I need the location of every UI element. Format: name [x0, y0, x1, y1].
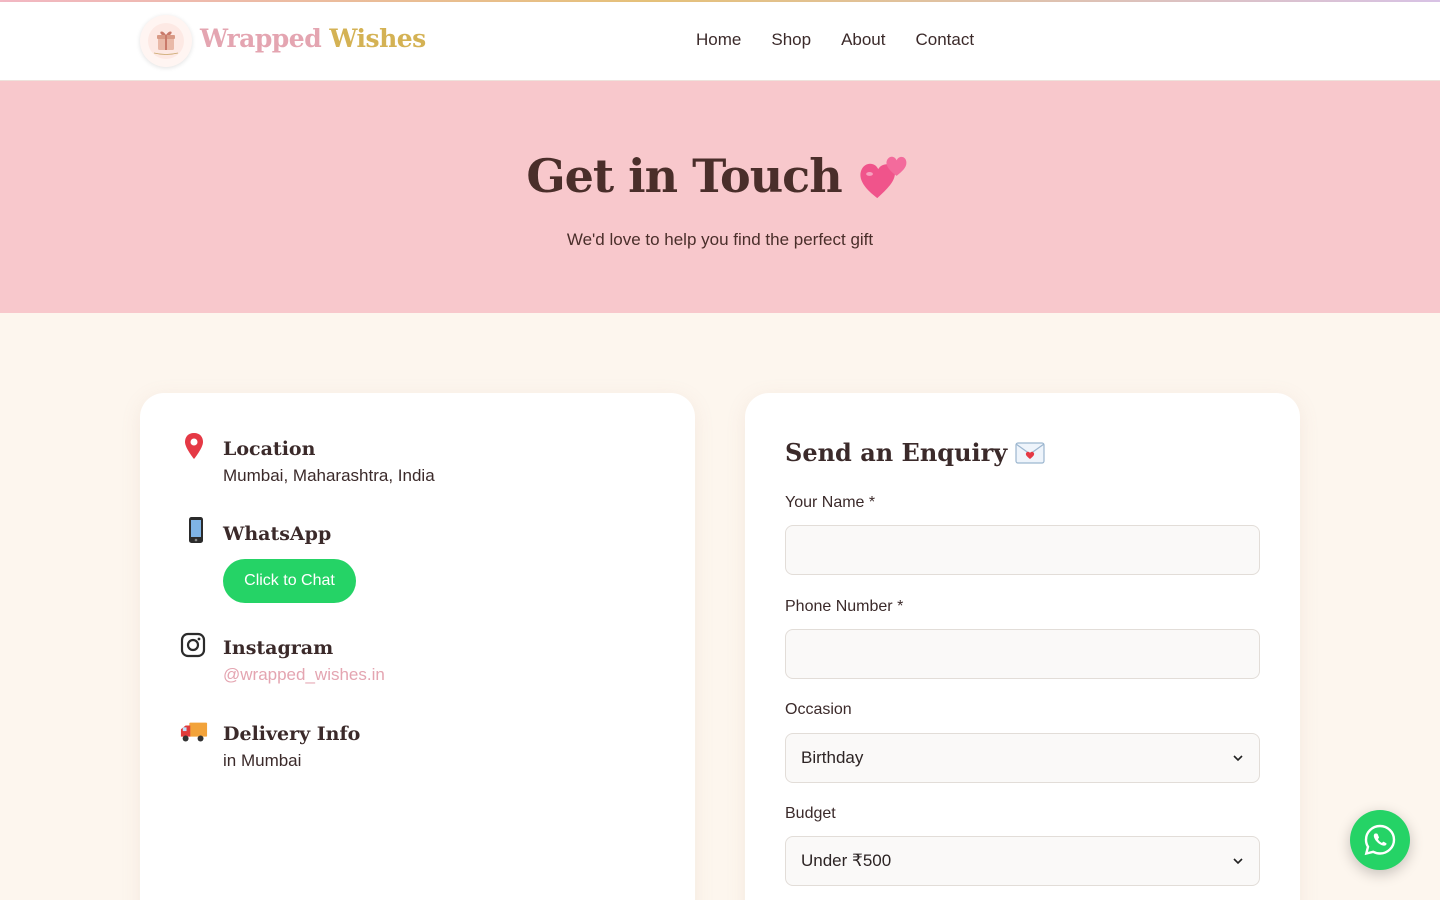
nav-shop[interactable]: Shop — [771, 30, 811, 50]
occasion-label: Occasion — [785, 701, 852, 718]
page-title: Get in Touch — [0, 149, 1440, 203]
main-nav: Home Shop About Contact — [696, 30, 974, 50]
whatsapp-title: WhatsApp — [223, 523, 332, 545]
whatsapp-icon — [1364, 824, 1396, 856]
hero-banner: Get in Touch We'd love to help you find … — [0, 81, 1440, 313]
brand-name[interactable]: Wrapped Wishes — [200, 24, 426, 53]
chevron-down-icon — [1233, 755, 1243, 762]
name-label: Your Name * — [785, 494, 876, 511]
phone-label: Phone Number * — [785, 598, 904, 615]
delivery-truck-icon — [180, 718, 208, 746]
page-title-text: Get in Touch — [526, 149, 842, 203]
whatsapp-float-button[interactable] — [1350, 810, 1410, 870]
delivery-text: in Mumbai — [223, 751, 302, 770]
budget-select[interactable]: Under ₹500 — [785, 836, 1260, 886]
budget-selected-value: Under ₹500 — [801, 851, 892, 870]
two-hearts-icon — [860, 156, 907, 199]
chevron-down-icon — [1233, 858, 1243, 865]
instagram-icon[interactable] — [179, 631, 207, 659]
instagram-title: Instagram — [223, 637, 334, 659]
occasion-select[interactable]: Birthday — [785, 733, 1260, 783]
phone-input[interactable] — [785, 629, 1260, 679]
instagram-handle-link[interactable]: @wrapped_wishes.in — [223, 665, 385, 685]
pin-icon — [180, 432, 208, 460]
logo[interactable] — [140, 15, 192, 67]
nav-home[interactable]: Home — [696, 30, 741, 50]
form-title: Send an Enquiry — [785, 438, 1045, 467]
page-subtitle: We'd love to help you find the perfect g… — [566, 230, 874, 249]
occasion-selected-value: Birthday — [801, 748, 864, 767]
click-to-chat-button[interactable]: Click to Chat — [223, 559, 356, 603]
brand-name-part-2: Wishes — [329, 24, 426, 53]
love-letter-icon — [1015, 441, 1045, 464]
form-title-text: Send an Enquiry — [785, 438, 1008, 467]
location-text: Mumbai, Maharashtra, India — [223, 466, 435, 485]
budget-label: Budget — [785, 805, 836, 822]
location-title: Location — [223, 438, 316, 460]
name-input[interactable] — [785, 525, 1260, 575]
nav-about[interactable]: About — [841, 30, 885, 50]
delivery-title: Delivery Info — [223, 723, 361, 745]
site-header: Wrapped Wishes Home Shop About Contact — [0, 2, 1440, 81]
brand-name-part-1: Wrapped — [200, 24, 322, 53]
nav-contact[interactable]: Contact — [916, 30, 975, 50]
gift-box-logo-icon — [148, 23, 184, 59]
mobile-phone-icon — [182, 516, 210, 544]
